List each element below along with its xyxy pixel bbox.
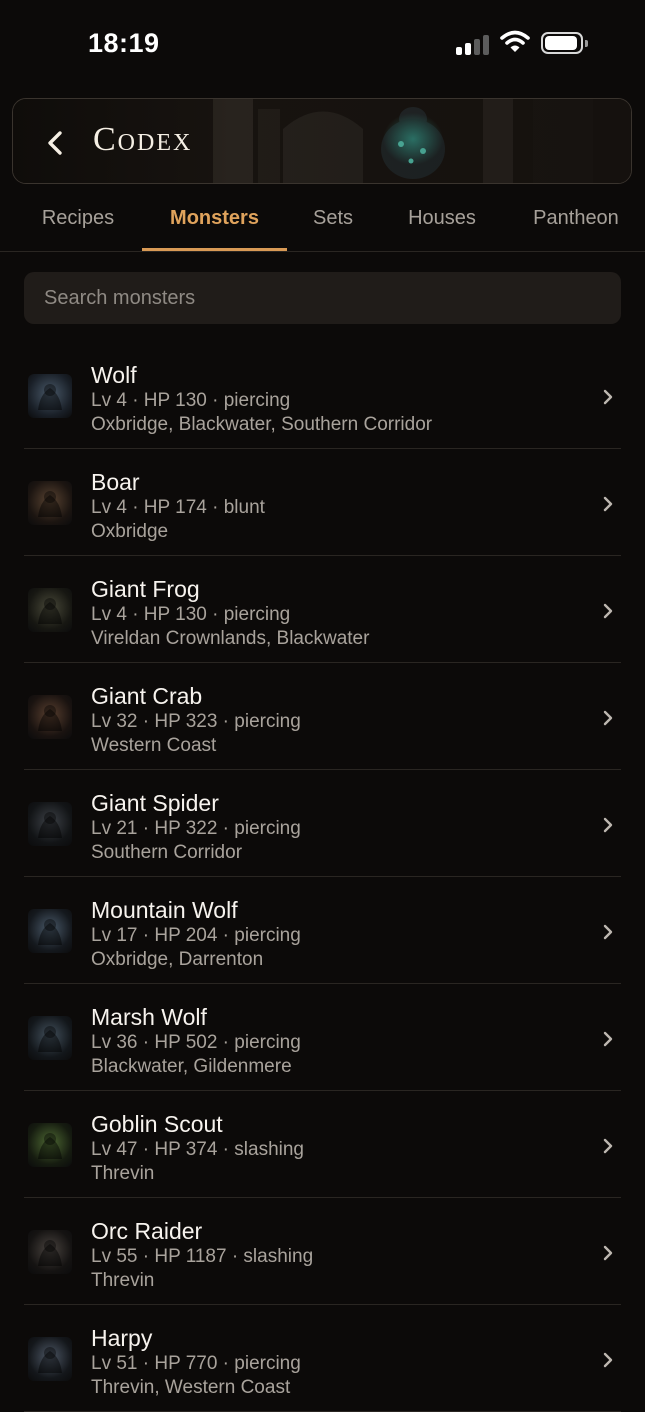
chevron-right-icon xyxy=(603,710,613,726)
monster-silhouette-icon xyxy=(38,812,62,838)
monster-locations: Blackwater, Gildenmere xyxy=(91,1056,292,1077)
monster-name: Marsh Wolf xyxy=(91,1004,207,1030)
tab-sets[interactable]: Sets xyxy=(298,190,368,252)
monster-row[interactable]: Marsh Wolf Lv 36 · HP 502 · piercing Black… xyxy=(24,984,621,1091)
monster-silhouette-icon xyxy=(38,598,62,624)
monster-locations: Oxbridge, Darrenton xyxy=(91,949,264,970)
tab-pantheon[interactable]: Pantheon xyxy=(520,190,632,252)
back-button[interactable] xyxy=(37,125,73,161)
monster-stats: Lv 47 · HP 374 · slashing xyxy=(91,1139,304,1160)
monster-row[interactable]: Giant Crab Lv 32 · HP 323 · piercing Weste… xyxy=(24,663,621,770)
tab-houses[interactable]: Houses xyxy=(392,190,492,252)
monster-thumbnail xyxy=(28,374,72,418)
monster-stats: Lv 4 · HP 130 · piercing xyxy=(91,604,291,625)
tab-monsters[interactable]: Monsters xyxy=(142,190,287,252)
monster-thumbnail xyxy=(28,1230,72,1274)
monster-thumbnail xyxy=(28,588,72,632)
chevron-right-icon xyxy=(603,1245,613,1261)
monster-silhouette-icon xyxy=(38,1347,62,1373)
monster-silhouette-icon xyxy=(38,1133,62,1159)
chevron-right-icon xyxy=(603,924,613,940)
page-title: Codex xyxy=(93,121,193,158)
monster-thumbnail xyxy=(28,481,72,525)
monster-row[interactable]: Wolf Lv 4 · HP 130 · piercing Oxbridge, Bl… xyxy=(24,342,621,449)
monster-stats: Lv 17 · HP 204 · piercing xyxy=(91,925,301,946)
monster-thumbnail xyxy=(28,909,72,953)
monster-locations: Southern Corridor xyxy=(91,842,243,863)
monster-locations: Threvin, Western Coast xyxy=(91,1377,291,1398)
monster-locations: Threvin xyxy=(91,1270,155,1291)
monster-name: Boar xyxy=(91,469,140,495)
status-time: 18:19 xyxy=(88,28,160,58)
monster-locations: Western Coast xyxy=(91,735,217,756)
monster-name: Giant Crab xyxy=(91,683,203,709)
monster-silhouette-icon xyxy=(38,384,62,410)
monster-silhouette-icon xyxy=(38,705,62,731)
header-banner: Codex xyxy=(12,98,632,184)
monster-name: Mountain Wolf xyxy=(91,897,238,923)
monster-silhouette-icon xyxy=(38,919,62,945)
monster-stats: Lv 32 · HP 323 · piercing xyxy=(91,711,301,732)
monster-row[interactable]: Giant Frog Lv 4 · HP 130 · piercing Vireld… xyxy=(24,556,621,663)
monster-row[interactable]: Goblin Scout Lv 47 · HP 374 · slashing Thr… xyxy=(24,1091,621,1198)
monster-row[interactable]: Giant Spider Lv 21 · HP 322 · piercing Sou… xyxy=(24,770,621,877)
chevron-right-icon xyxy=(603,1352,613,1368)
cellular-signal-icon xyxy=(456,33,492,55)
chevron-right-icon xyxy=(603,603,613,619)
battery-icon xyxy=(541,32,588,54)
monster-stats: Lv 21 · HP 322 · piercing xyxy=(91,818,301,839)
monster-name: Orc Raider xyxy=(91,1218,203,1244)
monster-name: Giant Frog xyxy=(91,576,200,602)
chevron-right-icon xyxy=(603,389,613,405)
chevron-left-icon xyxy=(48,131,62,155)
search-box xyxy=(24,272,621,325)
chevron-right-icon xyxy=(603,1138,613,1154)
monster-thumbnail xyxy=(28,1016,72,1060)
monster-row[interactable]: Boar Lv 4 · HP 174 · blunt Oxbridge xyxy=(24,449,621,556)
monster-stats: Lv 4 · HP 174 · blunt xyxy=(91,497,265,518)
monster-locations: Threvin xyxy=(91,1163,155,1184)
tab-recipes[interactable]: Recipes xyxy=(20,190,136,252)
monster-thumbnail xyxy=(28,695,72,739)
monster-row[interactable]: Mountain Wolf Lv 17 · HP 204 · piercing Ox… xyxy=(24,877,621,984)
monster-name: Giant Spider xyxy=(91,790,219,816)
monster-name: Harpy xyxy=(91,1325,153,1351)
monster-silhouette-icon xyxy=(38,1240,62,1266)
monster-silhouette-icon xyxy=(38,491,62,517)
monster-locations: Oxbridge xyxy=(91,521,169,542)
chevron-right-icon xyxy=(603,496,613,512)
monster-stats: Lv 51 · HP 770 · piercing xyxy=(91,1353,301,1374)
chevron-right-icon xyxy=(603,1031,613,1047)
wifi-icon xyxy=(500,30,530,52)
active-tab-indicator xyxy=(142,248,287,251)
tab-bar: Recipes Monsters Sets Houses Pantheon xyxy=(0,190,645,252)
monster-row[interactable]: Orc Raider Lv 55 · HP 1187 · slashing Thre… xyxy=(24,1198,621,1305)
monster-name: Wolf xyxy=(91,362,137,388)
monster-silhouette-icon xyxy=(38,1026,62,1052)
status-bar: 18:19 xyxy=(0,0,645,88)
monster-thumbnail xyxy=(28,802,72,846)
monster-list: Wolf Lv 4 · HP 130 · piercing Oxbridge, Bl… xyxy=(24,342,621,1412)
chevron-right-icon xyxy=(603,817,613,833)
search-input[interactable] xyxy=(44,272,601,325)
monster-stats: Lv 4 · HP 130 · piercing xyxy=(91,390,291,411)
monster-name: Goblin Scout xyxy=(91,1111,223,1137)
monster-stats: Lv 55 · HP 1187 · slashing xyxy=(91,1246,314,1267)
monster-locations: Vireldan Crownlands, Blackwater xyxy=(91,628,370,649)
monster-locations: Oxbridge, Blackwater, Southern Corridor xyxy=(91,414,433,435)
monster-thumbnail xyxy=(28,1123,72,1167)
monster-stats: Lv 36 · HP 502 · piercing xyxy=(91,1032,301,1053)
monster-thumbnail xyxy=(28,1337,72,1381)
monster-row[interactable]: Harpy Lv 51 · HP 770 · piercing Threvin, W… xyxy=(24,1305,621,1412)
